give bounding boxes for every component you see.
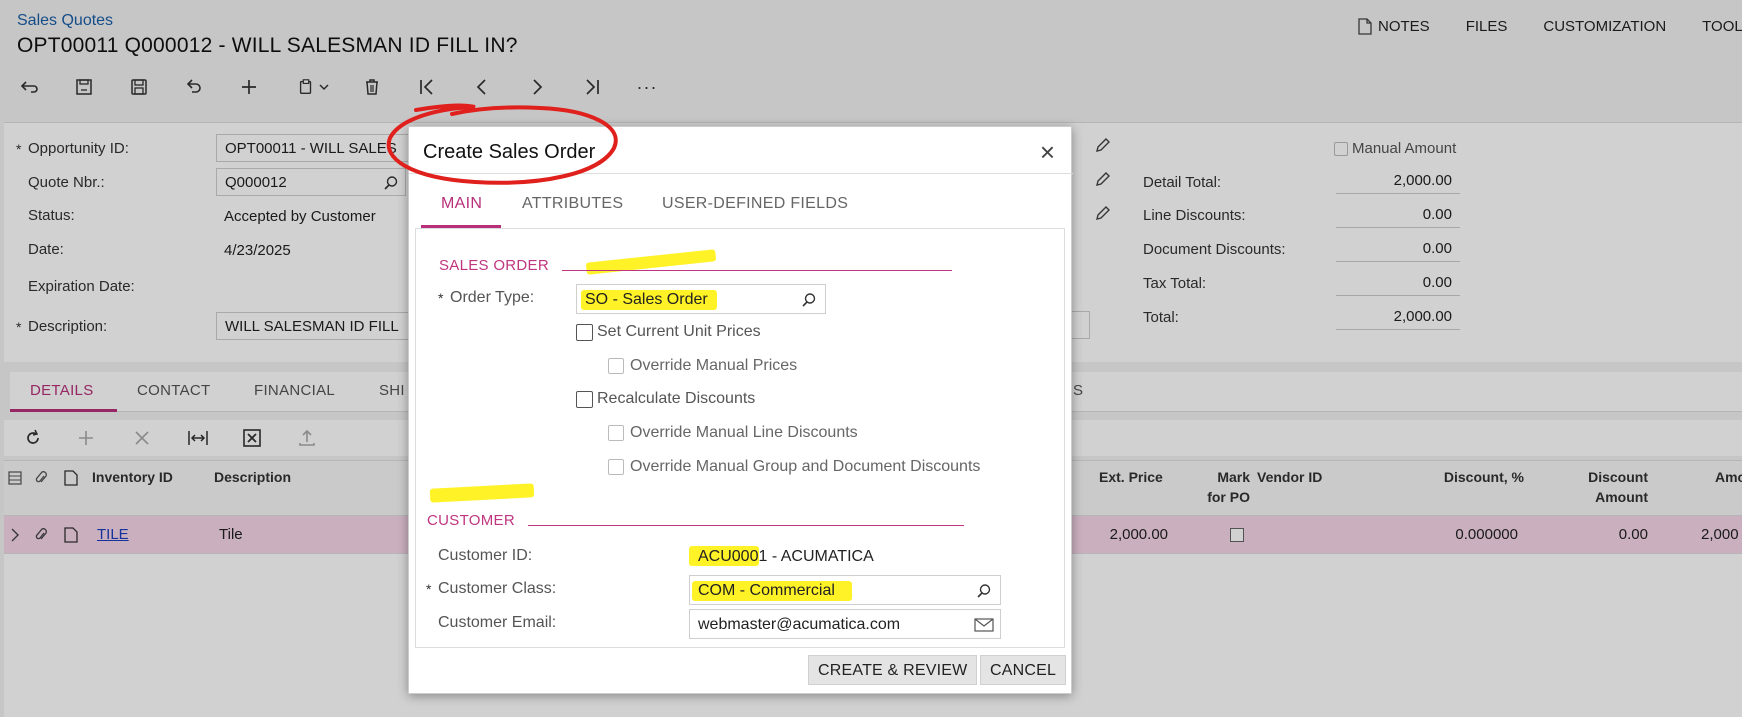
override-manual-line-discounts-checkbox[interactable]: Override Manual Line Discounts — [608, 424, 858, 442]
customer-id-value: ACU0001 - ACUMATICA — [698, 548, 874, 565]
recalculate-discounts-label: Recalculate Discounts — [597, 390, 756, 407]
override-manual-group-doc-discounts-checkbox[interactable]: Override Manual Group and Document Disco… — [608, 458, 980, 476]
cancel-button[interactable]: CANCEL — [980, 655, 1067, 685]
search-icon[interactable] — [976, 583, 992, 599]
close-icon[interactable]: × — [1040, 139, 1055, 165]
customer-email-value: webmaster@acumatica.com — [698, 616, 901, 633]
section-divider — [528, 525, 964, 526]
sales-order-section-title: SALES ORDER — [439, 257, 549, 274]
create-sales-order-dialog: Create Sales Order × MAIN ATTRIBUTES USE… — [408, 126, 1073, 694]
order-type-value: SO - Sales Order — [585, 291, 708, 308]
dialog-tab-main[interactable]: MAIN — [441, 195, 482, 213]
customer-class-value: COM - Commercial — [698, 582, 835, 599]
customer-email-label: Customer Email: — [438, 614, 557, 631]
override-manual-prices-label: Override Manual Prices — [630, 357, 798, 374]
dialog-tab-attributes[interactable]: ATTRIBUTES — [522, 195, 623, 213]
search-icon[interactable] — [801, 292, 817, 308]
checkbox-icon — [608, 459, 624, 475]
dialog-tab-user-defined-fields[interactable]: USER-DEFINED FIELDS — [662, 195, 848, 213]
checkbox-icon — [608, 425, 624, 441]
checkbox-icon — [576, 323, 593, 341]
checkbox-icon — [576, 390, 593, 408]
sales-quotes-page: Sales Quotes OPT00011 Q000012 - WILL SAL… — [0, 0, 1742, 717]
dialog-main-panel: SALES ORDER Order Type: SO - Sales Order… — [415, 228, 1065, 648]
create-review-button[interactable]: CREATE & REVIEW — [808, 655, 978, 685]
annotation-circle — [386, 103, 618, 185]
set-current-unit-prices-checkbox[interactable]: Set Current Unit Prices — [576, 323, 761, 341]
checkbox-icon — [608, 358, 624, 374]
customer-class-field[interactable]: COM - Commercial — [689, 575, 1001, 605]
customer-email-field[interactable]: webmaster@acumatica.com — [689, 609, 1001, 639]
recalculate-discounts-checkbox[interactable]: Recalculate Discounts — [576, 390, 755, 408]
customer-section-title: CUSTOMER — [427, 512, 515, 529]
customer-id-label: Customer ID: — [438, 547, 533, 564]
override-manual-group-doc-discounts-label: Override Manual Group and Document Disco… — [630, 458, 981, 475]
section-divider — [562, 270, 952, 271]
set-current-unit-prices-label: Set Current Unit Prices — [597, 323, 761, 340]
customer-class-label: Customer Class: — [426, 580, 556, 598]
order-type-field[interactable]: SO - Sales Order — [576, 284, 826, 314]
override-manual-line-discounts-label: Override Manual Line Discounts — [630, 424, 858, 441]
mail-icon[interactable] — [974, 618, 994, 632]
order-type-label: Order Type: — [438, 289, 534, 307]
override-manual-prices-checkbox[interactable]: Override Manual Prices — [608, 357, 797, 375]
highlight-mark — [429, 483, 535, 503]
